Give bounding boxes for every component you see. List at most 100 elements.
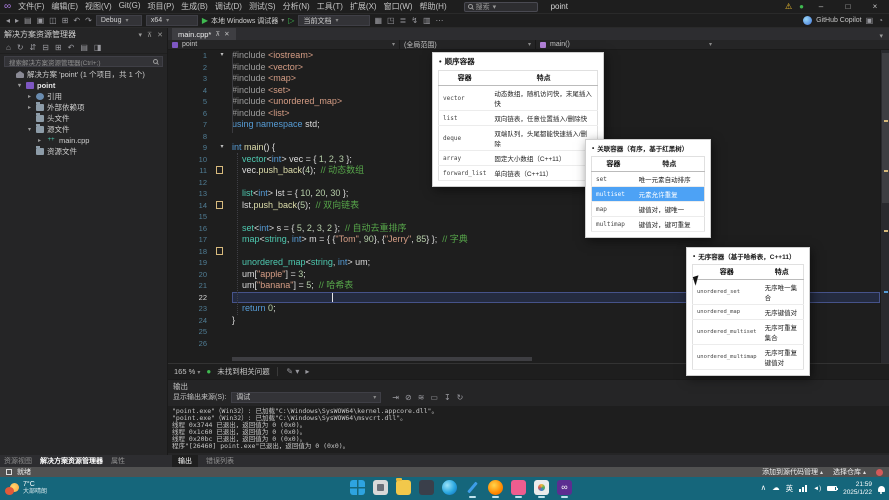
menu-item[interactable]: 扩展(X): [350, 1, 377, 12]
refresh-icon[interactable]: ↻: [17, 43, 24, 52]
tree-expander-icon[interactable]: ▸: [26, 104, 33, 111]
tree-item-头文件[interactable]: 头文件: [0, 113, 167, 124]
tree-item-解决方案 'point' (1 个项目，共 1 个)[interactable]: 解决方案 'point' (1 个项目，共 1 个): [0, 69, 167, 80]
warning-icon[interactable]: ⚠: [785, 2, 792, 11]
copilot-button[interactable]: GitHub Copilot ▣ ◔: [803, 16, 883, 26]
menu-item[interactable]: 测试(S): [249, 1, 276, 12]
table-row[interactable]: unordered_multiset 无序可重复集合: [692, 319, 804, 345]
fold-margin[interactable]: [212, 338, 232, 350]
tab-overflow-icon[interactable]: ▾: [879, 32, 883, 40]
fold-margin[interactable]: [212, 326, 232, 338]
code-line-text[interactable]: [232, 211, 880, 223]
tree-expander-icon[interactable]: ▾: [26, 126, 33, 133]
fold-margin[interactable]: ▾: [212, 50, 232, 62]
fold-margin[interactable]: [212, 246, 232, 258]
project-dropdown[interactable]: point ▾: [168, 40, 400, 49]
table-row[interactable]: deque 双端队列，头尾都能快速插入/删除: [438, 125, 598, 151]
save-icon[interactable]: ◫: [49, 16, 57, 26]
platform-dropdown[interactable]: x64 ▾: [145, 15, 198, 26]
menu-item[interactable]: 工具(T): [317, 1, 343, 12]
photos-app-icon[interactable]: [534, 480, 549, 498]
table-row[interactable]: array 固定大小数组（C++11）: [438, 150, 598, 166]
new-file-icon[interactable]: ▤: [24, 16, 32, 26]
flash-icon[interactable]: ↯: [411, 16, 418, 26]
menu-item[interactable]: Git(G): [119, 1, 141, 12]
undo-icon[interactable]: ↶: [73, 16, 80, 26]
table-row[interactable]: unordered_set 无序唯一集合: [692, 279, 804, 305]
menu-item[interactable]: 项目(P): [147, 1, 174, 12]
preview-icon[interactable]: ◨: [94, 43, 102, 52]
close-button[interactable]: ×: [865, 2, 885, 11]
dark-app-icon[interactable]: [419, 480, 434, 495]
tab-资源视图[interactable]: 资源视图: [4, 456, 32, 466]
tab-解决方案资源管理器[interactable]: 解决方案资源管理器: [40, 456, 103, 466]
select-repository-button[interactable]: 选择仓库 ▴: [833, 467, 866, 477]
fold-margin[interactable]: [212, 200, 232, 212]
file-explorer-icon[interactable]: [396, 478, 411, 495]
undo-icon[interactable]: ↶: [68, 43, 75, 52]
output-source-dropdown[interactable]: 调试 ▾: [231, 391, 382, 403]
edit-icon[interactable]: ✎ ▾: [286, 367, 299, 377]
code-line-text[interactable]: map<string, int> m = { {"Tom", 90}, {"Je…: [232, 234, 880, 246]
code-line-17[interactable]: 17 map<string, int> m = { {"Tom", 90}, {…: [168, 234, 880, 246]
code-line-15[interactable]: 15: [168, 211, 880, 223]
menu-item[interactable]: 视图(V): [85, 1, 112, 12]
tree-item-源文件[interactable]: ▾ 源文件: [0, 124, 167, 135]
tree-expander-icon[interactable]: ▾: [16, 82, 23, 89]
fold-margin[interactable]: [212, 315, 232, 327]
open-file-icon[interactable]: ▣: [37, 16, 45, 26]
code-line-13[interactable]: 13 list<int> lst = { 10, 20, 30 };: [168, 188, 880, 200]
scrollbar-thumb[interactable]: [882, 53, 889, 203]
fold-margin[interactable]: [212, 165, 232, 177]
collapse-icon[interactable]: ▭: [430, 393, 438, 402]
search-input[interactable]: 搜索 ▾: [463, 1, 538, 12]
ime-indicator[interactable]: 英: [786, 483, 794, 494]
fold-margin[interactable]: [212, 292, 232, 304]
menu-item[interactable]: 调试(D): [215, 1, 242, 12]
table-row[interactable]: map 键值对，键唯一: [591, 201, 705, 217]
tree-expander-icon[interactable]: ▸: [36, 137, 43, 144]
tab-main-cpp[interactable]: main.cpp* ⊼ ✕: [172, 28, 236, 40]
hidden-icons-chevron[interactable]: ∧: [761, 483, 767, 494]
fold-margin[interactable]: [212, 280, 232, 292]
fold-margin[interactable]: [212, 223, 232, 235]
navigate-forward-icon[interactable]: ▸: [15, 16, 19, 26]
network-icon[interactable]: [799, 485, 808, 492]
member-dropdown[interactable]: main() ▾: [536, 40, 716, 49]
visual-studio-icon[interactable]: ∞: [557, 480, 572, 498]
tree-expander-icon[interactable]: ▸: [26, 93, 33, 100]
list-icon[interactable]: ≣: [400, 16, 407, 26]
notifications-bell-icon[interactable]: [878, 485, 885, 494]
volume-icon[interactable]: ◄): [813, 486, 821, 492]
expand-icon[interactable]: ▸: [305, 367, 309, 377]
tree-item-point[interactable]: ▾ point: [0, 80, 167, 91]
fold-margin[interactable]: [212, 211, 232, 223]
fold-margin[interactable]: [212, 96, 232, 108]
tab-错误列表[interactable]: 错误列表: [200, 455, 240, 467]
configuration-dropdown[interactable]: Debug ▾: [95, 15, 142, 26]
code-line-text[interactable]: lst.push_back(5); // 双向链表: [232, 200, 880, 212]
fold-margin[interactable]: [212, 177, 232, 189]
tree-item-外部依赖项[interactable]: ▸ 外部依赖项: [0, 102, 167, 113]
table-row[interactable]: multiset 元素允许重复: [591, 186, 705, 202]
notification-dot[interactable]: [876, 468, 883, 476]
attach-icon[interactable]: ▦: [374, 16, 382, 26]
widgets-icon[interactable]: [373, 480, 388, 495]
start-button[interactable]: [350, 480, 365, 495]
tree-item-main.cpp[interactable]: ▸ ++ main.cpp: [0, 135, 167, 146]
close-icon[interactable]: ✕: [157, 31, 163, 39]
fold-margin[interactable]: [212, 234, 232, 246]
refresh-icon[interactable]: ↻: [457, 393, 464, 402]
onedrive-icon[interactable]: ☁: [772, 483, 780, 494]
solution-explorer-search-input[interactable]: 搜索解决方案资源管理器(Ctrl+;): [4, 56, 163, 67]
pin-icon[interactable]: ⊼: [147, 31, 152, 39]
goto-icon[interactable]: ⇥: [392, 393, 399, 402]
navigate-back-icon[interactable]: ◂: [6, 16, 10, 26]
add-to-source-control-button[interactable]: 添加到源代码管理 ▴: [762, 467, 823, 477]
fold-margin[interactable]: [212, 119, 232, 131]
save-all-icon[interactable]: ⊞: [62, 16, 69, 26]
vertical-scrollbar[interactable]: [880, 50, 889, 363]
scrollbar-thumb[interactable]: [232, 357, 532, 361]
clear-icon[interactable]: ⊘: [405, 393, 412, 402]
collapse-all-icon[interactable]: ⊟: [42, 43, 49, 52]
